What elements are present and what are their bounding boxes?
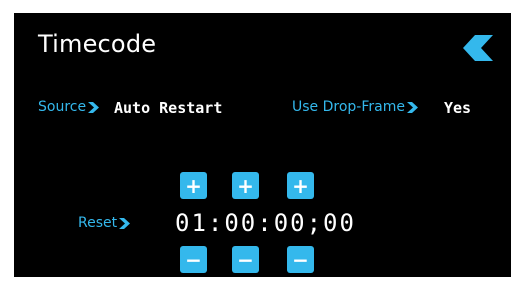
chevron-right-icon xyxy=(119,217,131,229)
timecode-screen: Timecode Source Auto Restart Use Drop-Fr… xyxy=(14,13,511,277)
drop-frame-value[interactable]: Yes xyxy=(444,99,471,117)
reset-label-group[interactable]: Reset xyxy=(78,215,131,231)
source-value[interactable]: Auto Restart xyxy=(114,99,222,117)
source-label-group[interactable]: Source xyxy=(38,99,100,115)
drop-frame-label: Use Drop-Frame xyxy=(292,99,405,115)
minutes-increment-button[interactable]: + xyxy=(232,172,259,199)
drop-frame-label-group[interactable]: Use Drop-Frame xyxy=(292,99,418,115)
chevron-right-icon xyxy=(88,101,100,113)
hours-increment-button[interactable]: + xyxy=(180,172,207,199)
seconds-increment-button[interactable]: + xyxy=(287,172,314,199)
chevron-left-icon xyxy=(463,35,493,61)
minutes-decrement-button[interactable]: − xyxy=(232,246,259,273)
hours-decrement-button[interactable]: − xyxy=(180,246,207,273)
back-button[interactable] xyxy=(463,35,493,61)
seconds-decrement-button[interactable]: − xyxy=(287,246,314,273)
timecode-display: 01:00:00;00 xyxy=(175,209,356,237)
source-label: Source xyxy=(38,99,87,115)
page-title: Timecode xyxy=(38,30,157,58)
reset-label: Reset xyxy=(78,215,118,231)
chevron-right-icon xyxy=(406,101,418,113)
